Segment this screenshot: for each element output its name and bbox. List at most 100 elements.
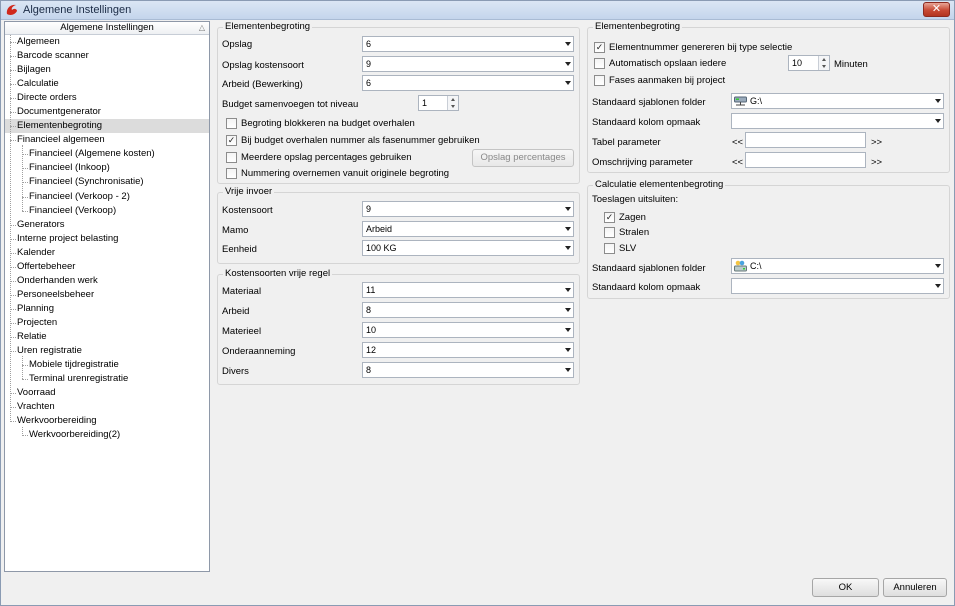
kolom-opmaak-select[interactable]	[731, 113, 944, 129]
settings-tree[interactable]: Algemene Instellingen △ Algemeen Barcode …	[4, 21, 210, 572]
kostensoort-select[interactable]: 9	[362, 201, 574, 217]
tree-item-label: Financieel algemeen	[17, 134, 105, 146]
tree-item[interactable]: Onderhanden werk	[5, 274, 209, 288]
tree-item-label: Uren registratie	[17, 345, 82, 357]
divers-select[interactable]: 8	[362, 362, 574, 378]
autosave-stepper[interactable]: 10	[788, 55, 830, 71]
autosave-checkbox[interactable]	[594, 58, 605, 69]
materieel-select[interactable]: 10	[362, 322, 574, 338]
tree-item[interactable]: Relatie	[5, 330, 209, 344]
tree-item[interactable]: Werkvoorbereiding	[5, 414, 209, 428]
fases-checkbox[interactable]	[594, 75, 605, 86]
group-title: Elementenbegroting	[223, 21, 313, 32]
opslag-select[interactable]: 6	[362, 36, 574, 52]
chevron-down-icon	[565, 62, 571, 66]
stralen-checkbox[interactable]	[604, 227, 615, 238]
tabel-parameter-input[interactable]	[745, 132, 866, 148]
tree-item[interactable]: Projecten	[5, 316, 209, 330]
budget-niveau-label: Budget samenvoegen tot niveau	[222, 99, 359, 110]
tree-item[interactable]: Interne project belasting	[5, 232, 209, 246]
arbeid-bewerking-select[interactable]: 6	[362, 75, 574, 91]
onderaanneming-select[interactable]: 12	[362, 342, 574, 358]
sjablonen-folder-select[interactable]: G:\	[731, 93, 944, 109]
omschrijving-parameter-input[interactable]	[745, 152, 866, 168]
arbeid-bewerking-value: 6	[366, 78, 372, 88]
stepper-buttons[interactable]	[447, 96, 458, 110]
autosave-label: Automatisch opslaan iedere	[609, 58, 727, 69]
fasenummer-label: Bij budget overhalen nummer als fasenumm…	[241, 135, 480, 146]
fasenummer-checkbox[interactable]: ✓	[226, 135, 237, 146]
tree-item[interactable]: Directe orders	[5, 91, 209, 105]
tree-item-label: Elementenbegroting	[17, 120, 103, 132]
tree-item[interactable]: Financieel (Verkoop - 2)	[5, 190, 209, 204]
tree-item[interactable]: Bijlagen	[5, 63, 209, 77]
tree-item-label: Directe orders	[17, 92, 77, 104]
tree-item[interactable]: Elementenbegroting	[5, 119, 209, 134]
tree-item[interactable]: Personeelsbeheer	[5, 288, 209, 302]
tree-item[interactable]: Mobiele tijdregistratie	[5, 358, 209, 372]
calc-kolom-select[interactable]	[731, 278, 944, 294]
tree-item-label: Kalender	[17, 246, 56, 258]
tree-item[interactable]: Werkvoorbereiding(2)	[5, 428, 209, 442]
sort-triangle-icon: △	[198, 23, 205, 32]
tree-item[interactable]: Offertebeheer	[5, 260, 209, 274]
eenheid-select[interactable]: 100 KG	[362, 240, 574, 256]
tree-header[interactable]: Algemene Instellingen △	[5, 22, 209, 35]
ok-button[interactable]: OK	[812, 578, 879, 597]
tree-item[interactable]: Financieel (Synchronisatie)	[5, 175, 209, 189]
zagen-checkbox[interactable]: ✓	[604, 212, 615, 223]
tree-item[interactable]: Financieel (Algemene kosten)	[5, 147, 209, 161]
opslag-percentages-button[interactable]: Opslag percentages	[472, 149, 574, 167]
tree-item[interactable]: Algemeen	[5, 35, 209, 49]
tree-item[interactable]: Vrachten	[5, 400, 209, 414]
materiaal-value: 11	[366, 285, 376, 295]
onderaanneming-label: Onderaanneming	[222, 346, 296, 357]
blokkeren-checkbox[interactable]	[226, 118, 237, 129]
tree-connector	[22, 145, 23, 211]
tree-item[interactable]: Terminal urenregistratie	[5, 372, 209, 386]
settings-window: Algemene Instellingen ✕ Algemene Instell…	[0, 0, 955, 606]
tree-item[interactable]: Financieel algemeen	[5, 133, 209, 147]
sjablonen-folder-value: G:\	[750, 96, 763, 106]
materiaal-select[interactable]: 11	[362, 282, 574, 298]
cancel-button[interactable]: Annuleren	[883, 578, 947, 597]
tree-item[interactable]: Uren registratie	[5, 344, 209, 358]
close-button[interactable]: ✕	[923, 2, 950, 17]
arbeid-select[interactable]: 8	[362, 302, 574, 318]
calc-sjablonen-select[interactable]: C:\	[731, 258, 944, 274]
chevron-down-icon	[565, 368, 571, 372]
chevron-down-icon	[935, 264, 941, 268]
tree-item-label: Algemeen	[17, 36, 60, 47]
tree-item[interactable]: Calculatie	[5, 77, 209, 91]
slv-checkbox[interactable]	[604, 243, 615, 254]
meerdere-checkbox[interactable]	[226, 152, 237, 163]
mamo-label: Mamo	[222, 225, 249, 236]
materieel-value: 10	[366, 325, 377, 335]
chevron-down-icon	[935, 284, 941, 288]
omschrijving-next-marker: >>	[871, 157, 883, 168]
title-bar: Algemene Instellingen ✕	[1, 1, 954, 20]
nummering-label: Nummering overnemen vanuit originele beg…	[241, 168, 450, 179]
group-title: Kostensoorten vrije regel	[223, 268, 333, 279]
nummering-checkbox[interactable]	[226, 168, 237, 179]
tree-item[interactable]: Generators	[5, 218, 209, 232]
tree-item[interactable]: Documentgenerator	[5, 105, 209, 119]
budget-niveau-stepper[interactable]: 1	[418, 95, 459, 111]
chevron-down-icon	[565, 246, 571, 250]
tree-item-label: Calculatie	[17, 78, 59, 90]
tree-connector	[22, 426, 23, 436]
tree-item-label: Personeelsbeheer	[17, 288, 95, 300]
tree-item[interactable]: Planning	[5, 302, 209, 316]
stepper-buttons[interactable]	[818, 56, 829, 70]
mamo-select[interactable]: Arbeid	[362, 221, 574, 237]
window-title: Algemene Instellingen	[23, 4, 132, 16]
tree-item[interactable]: Voorraad	[5, 386, 209, 400]
tree-item[interactable]: Barcode scanner	[5, 49, 209, 63]
opslag-kostensoort-label: Opslag kostensoort	[222, 60, 304, 71]
tree-item[interactable]: Financieel (Inkoop)	[5, 161, 209, 175]
tree-item[interactable]: Financieel (Verkoop)	[5, 204, 209, 218]
sjablonen-folder-label: Standaard sjablonen folder	[592, 97, 706, 108]
tree-item[interactable]: Kalender	[5, 246, 209, 260]
elementnummer-checkbox[interactable]: ✓	[594, 42, 605, 53]
opslag-kostensoort-select[interactable]: 9	[362, 56, 574, 72]
